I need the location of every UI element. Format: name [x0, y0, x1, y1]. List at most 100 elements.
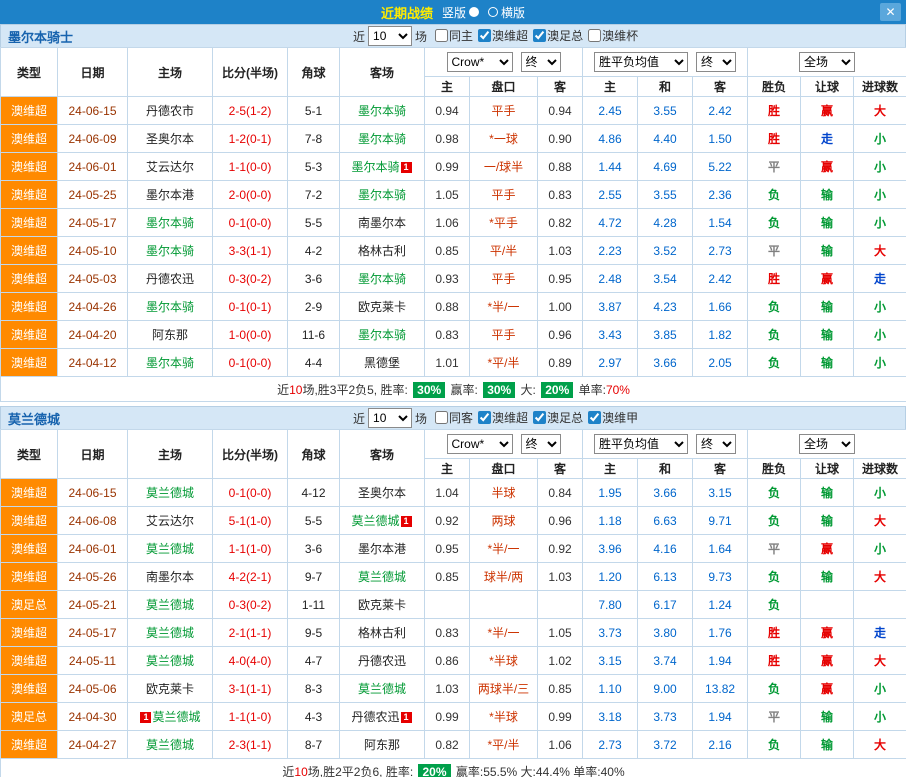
cell-eu-away: 1.94	[693, 647, 748, 675]
odds-company-select[interactable]: Crow*	[447, 52, 513, 72]
cell-eu-away: 1.24	[693, 591, 748, 619]
horizontal-label: 横版	[501, 4, 525, 21]
cell-date: 24-05-25	[58, 181, 128, 209]
filter-checkbox[interactable]: 澳维超	[478, 27, 528, 44]
cell-league: 澳维超	[1, 479, 58, 507]
col-header-handicap: 盘口	[470, 77, 538, 97]
match-count-select[interactable]: 10	[368, 26, 412, 46]
scope-select[interactable]: 全场	[799, 52, 855, 72]
cell-corner: 5-1	[288, 97, 340, 125]
team-name: 阿东那	[364, 738, 400, 752]
cell-eu-draw: 4.23	[638, 293, 693, 321]
team-name: 圣奥尔本	[358, 486, 406, 500]
europe-stage-select[interactable]: 终	[696, 434, 736, 454]
filter-checkbox-input[interactable]	[533, 29, 546, 42]
cell-handicap: *平/半	[470, 349, 538, 377]
cell-league: 澳维超	[1, 209, 58, 237]
team-name: 莫兰德城	[146, 542, 194, 556]
cell-eu-draw: 3.54	[638, 265, 693, 293]
cell-corner: 4-12	[288, 479, 340, 507]
cell-ah-home: 0.83	[425, 321, 470, 349]
cell-date: 24-05-03	[58, 265, 128, 293]
layout-horizontal-option[interactable]: 横版	[488, 4, 525, 21]
cell-handicap: *半/一	[470, 293, 538, 321]
cell-result: 负	[748, 293, 801, 321]
filter-checkbox[interactable]: 澳维超	[478, 409, 528, 426]
filter-checkbox[interactable]: 澳维杯	[588, 27, 638, 44]
team-name: 丹德农迅	[351, 710, 399, 724]
cell-eu-home: 2.97	[583, 349, 638, 377]
filter-bar: 近 10 场 同客澳维超澳足总澳维甲	[353, 408, 638, 428]
match-row: 澳维超24-06-01莫兰德城1-1(1-0)3-6墨尔本港0.95*半/一0.…	[1, 535, 906, 563]
europe-odds-select[interactable]: 胜平负均值	[594, 434, 688, 454]
cell-handicap-result: 赢	[801, 153, 854, 181]
filter-checkbox-input[interactable]	[588, 29, 601, 42]
odds-stage-select[interactable]: 终	[521, 52, 561, 72]
col-header-eu-draw: 和	[638, 77, 693, 97]
team-name: 墨尔本骑	[146, 300, 194, 314]
col-header-away: 客场	[340, 430, 425, 479]
cell-league: 澳维超	[1, 321, 58, 349]
cell-goals: 大	[854, 237, 906, 265]
summary-part: 10	[294, 765, 307, 777]
odds-company-select[interactable]: Crow*	[447, 434, 513, 454]
europe-odds-select[interactable]: 胜平负均值	[594, 52, 688, 72]
filter-checkbox-input[interactable]	[533, 411, 546, 424]
cell-home-team: 莫兰德城	[128, 479, 213, 507]
cell-ah-away: 0.83	[538, 181, 583, 209]
cell-handicap-result: 输	[801, 209, 854, 237]
team-name: 莫兰德城	[146, 626, 194, 640]
filter-checkbox[interactable]: 澳足总	[533, 409, 583, 426]
asian-odds-group-header: Crow* 终	[425, 48, 583, 77]
filter-checkbox-input[interactable]	[435, 29, 448, 42]
filter-checkbox-label: 澳足总	[547, 27, 583, 44]
filter-checkbox[interactable]: 澳足总	[533, 27, 583, 44]
cell-home-team: 莫兰德城	[128, 591, 213, 619]
cell-league: 澳维超	[1, 535, 58, 563]
filter-checkbox[interactable]: 同主	[435, 27, 473, 44]
europe-stage-select[interactable]: 终	[696, 52, 736, 72]
close-button[interactable]: ✕	[880, 3, 901, 21]
cell-handicap-result: 赢	[801, 535, 854, 563]
cell-away-team: 墨尔本骑	[340, 181, 425, 209]
col-header-corner: 角球	[288, 430, 340, 479]
cell-ah-away: 0.99	[538, 703, 583, 731]
match-count-select[interactable]: 10	[368, 408, 412, 428]
cell-corner: 7-2	[288, 181, 340, 209]
red-card-badge: 1	[401, 712, 412, 723]
cell-handicap-result	[801, 591, 854, 619]
filter-checkbox[interactable]: 同客	[435, 409, 473, 426]
vertical-radio[interactable]	[469, 7, 479, 17]
cell-eu-draw: 3.80	[638, 619, 693, 647]
filter-checkbox-input[interactable]	[478, 29, 491, 42]
filter-checkbox[interactable]: 澳维甲	[588, 409, 638, 426]
layout-vertical-option[interactable]: 竖版	[442, 4, 479, 21]
cell-ah-home: 1.03	[425, 675, 470, 703]
cell-score: 2-1(1-1)	[213, 619, 288, 647]
summary-part: 44.4%	[536, 765, 570, 777]
col-header-eu-away: 客	[693, 459, 748, 479]
cell-eu-away: 1.50	[693, 125, 748, 153]
filter-checkbox-input[interactable]	[588, 411, 601, 424]
match-row: 澳维超24-04-27莫兰德城2-3(1-1)8-7阿东那0.82*平/半1.0…	[1, 731, 906, 759]
horizontal-radio[interactable]	[488, 7, 498, 17]
team-title: 莫兰德城	[1, 409, 60, 428]
team-name: 莫兰德城	[146, 654, 194, 668]
scope-select[interactable]: 全场	[799, 434, 855, 454]
cell-ah-away	[538, 591, 583, 619]
cell-eu-home: 3.96	[583, 535, 638, 563]
filter-checkbox-input[interactable]	[478, 411, 491, 424]
cell-corner: 1-11	[288, 591, 340, 619]
cell-handicap: *一球	[470, 125, 538, 153]
filter-checkbox-label: 澳维超	[492, 409, 528, 426]
odds-stage-select[interactable]: 终	[521, 434, 561, 454]
cell-goals: 小	[854, 293, 906, 321]
cell-handicap-result: 赢	[801, 675, 854, 703]
cell-ah-away: 0.96	[538, 321, 583, 349]
cell-corner: 9-7	[288, 563, 340, 591]
cell-ah-home: 0.98	[425, 125, 470, 153]
col-header-corner: 角球	[288, 48, 340, 97]
cell-corner: 3-6	[288, 535, 340, 563]
cell-corner: 4-3	[288, 703, 340, 731]
filter-checkbox-input[interactable]	[435, 411, 448, 424]
